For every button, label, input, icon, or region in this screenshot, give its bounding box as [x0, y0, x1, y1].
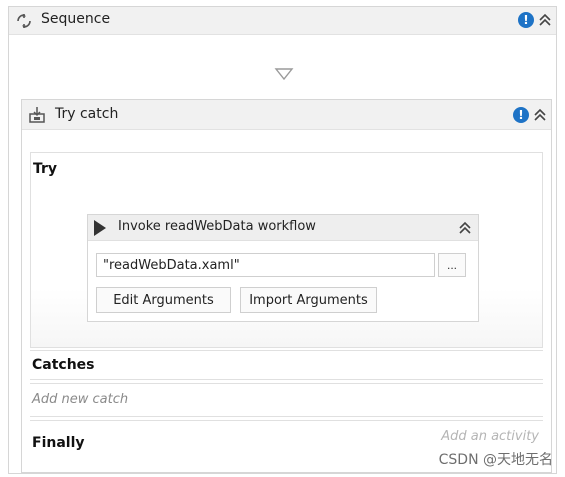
- info-icon[interactable]: !: [513, 107, 529, 123]
- add-new-catch-link[interactable]: Add new catch: [32, 392, 128, 407]
- sequence-activity[interactable]: Sequence ! Try catch ! Try Invoke readWe…: [8, 6, 557, 474]
- drop-arrow-icon: [274, 68, 294, 81]
- try-catch-icon: [29, 107, 45, 123]
- try-catch-activity[interactable]: Try catch ! Try Invoke readWebData workf…: [21, 99, 552, 473]
- browse-button[interactable]: ...: [438, 253, 466, 277]
- play-icon: [94, 220, 106, 236]
- catches-label: Catches: [32, 357, 95, 373]
- invoke-workflow-header[interactable]: Invoke readWebData workflow: [88, 215, 478, 241]
- sequence-header[interactable]: Sequence !: [9, 7, 556, 35]
- edit-arguments-button[interactable]: Edit Arguments: [96, 287, 231, 313]
- try-catch-title: Try catch: [55, 106, 119, 122]
- double-chevron-up-icon[interactable]: [538, 12, 552, 28]
- import-arguments-button[interactable]: Import Arguments: [240, 287, 377, 313]
- try-catch-header[interactable]: Try catch !: [22, 100, 551, 130]
- add-activity-hint: Add an activity: [441, 429, 539, 444]
- try-label: Try: [33, 161, 58, 177]
- sequence-icon: [17, 14, 31, 28]
- add-catch-section[interactable]: Add new catch: [30, 383, 543, 417]
- designer-canvas: Sequence ! Try catch ! Try Invoke readWe…: [0, 0, 565, 477]
- invoke-workflow-title: Invoke readWebData workflow: [118, 219, 316, 234]
- watermark: CSDN @天地无名: [438, 452, 553, 468]
- double-chevron-up-icon[interactable]: [533, 107, 547, 123]
- invoke-workflow-activity[interactable]: Invoke readWebData workflow ... Edit Arg…: [87, 214, 479, 322]
- workflow-file-input[interactable]: [96, 253, 435, 277]
- sequence-title: Sequence: [41, 11, 111, 27]
- double-chevron-up-icon[interactable]: [458, 220, 472, 236]
- info-icon[interactable]: !: [518, 12, 534, 28]
- finally-label: Finally: [32, 435, 85, 451]
- catches-section: Catches: [30, 350, 543, 380]
